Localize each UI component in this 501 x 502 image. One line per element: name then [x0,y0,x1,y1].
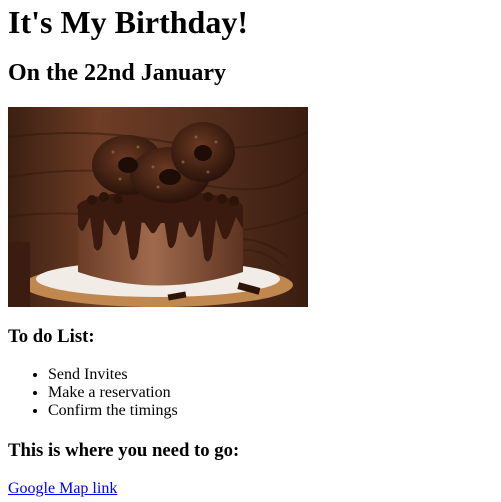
todo-heading: To do List: [8,326,95,347]
google-map-link[interactable]: Google Map link [8,480,117,498]
location-heading: This is where you need to go: [8,440,240,461]
page-title: It's My Birthday! [8,4,248,40]
list-item: Confirm the timings [48,402,178,420]
chocolate-cake-photo [8,107,308,307]
list-item: Make a reservation [48,384,178,402]
list-item: Send Invites [48,366,178,384]
page-subtitle: On the 22nd January [8,60,227,86]
todo-list: Send Invites Make a reservation Confirm … [8,366,178,420]
